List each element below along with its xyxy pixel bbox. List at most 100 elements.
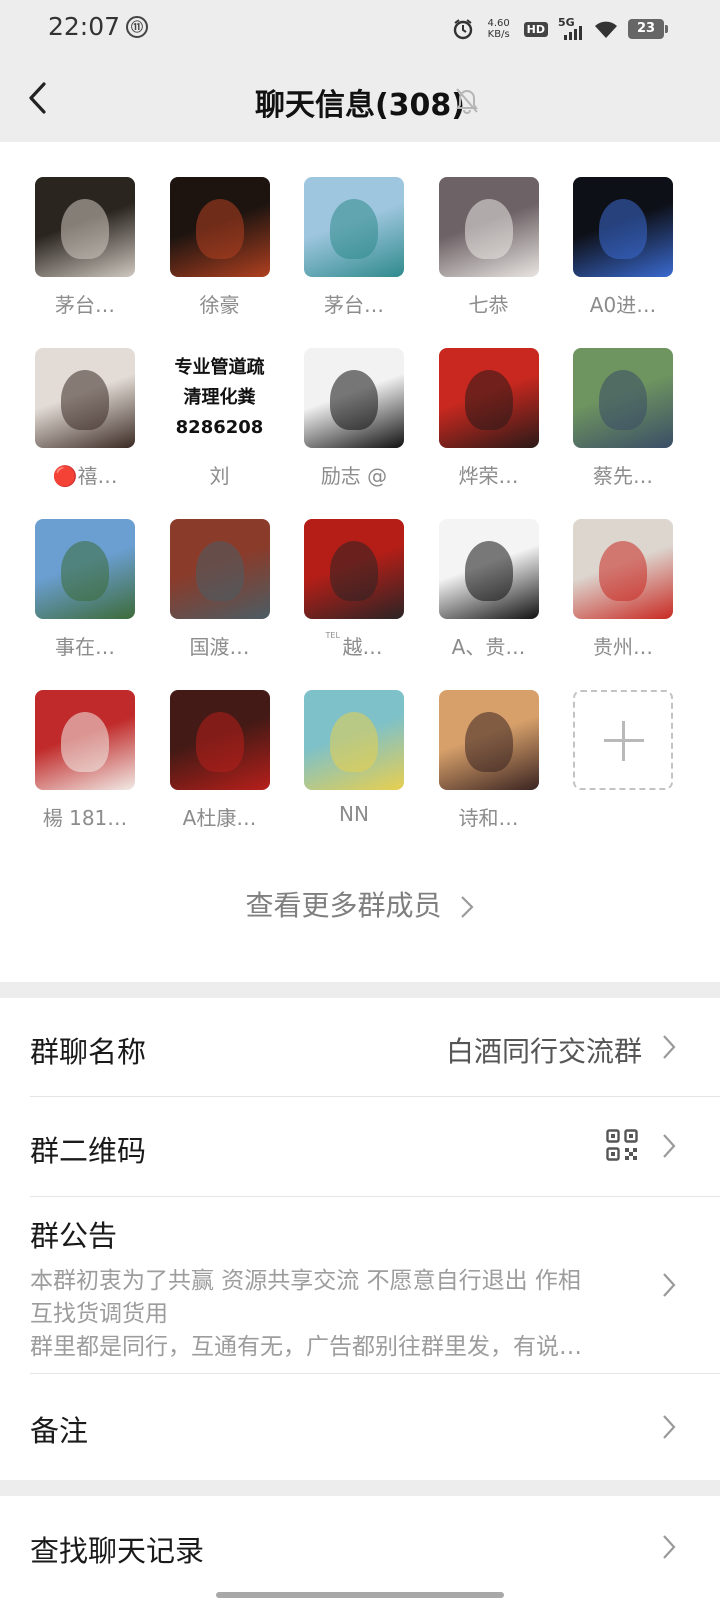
- member-tile[interactable]: 国渡…: [169, 519, 270, 660]
- member-tile[interactable]: 烨荣…: [438, 348, 539, 489]
- network-speed-unit: KB/s: [487, 29, 510, 40]
- member-name-text: 刘: [209, 464, 230, 488]
- member-name: 贵州…: [564, 631, 682, 660]
- member-name: 🔴禧…: [26, 460, 144, 489]
- member-name-text: 楊 181…: [42, 806, 128, 830]
- member-name-text: 诗和…: [458, 806, 519, 830]
- avatar-figure: [61, 199, 109, 259]
- group-notice-text: 本群初衷为了共赢 资源共享交流 不愿意自行退出 作相 互找货调货用 群里都是同行…: [30, 1265, 650, 1364]
- avatar-figure: [195, 199, 244, 259]
- member-name: 国渡…: [161, 631, 279, 660]
- member-name-text: 七恭: [468, 293, 509, 317]
- group-notice-row[interactable]: 群公告 本群初衷为了共赢 资源共享交流 不愿意自行退出 作相 互找货调货用 群里…: [0, 1197, 720, 1373]
- member-name: 七恭: [430, 289, 548, 318]
- search-history-row[interactable]: 查找聊天记录: [0, 1496, 720, 1600]
- avatar-sign-text: 8286208: [175, 417, 264, 438]
- member-tile[interactable]: A、贵…: [438, 519, 539, 660]
- member-avatar: [169, 519, 270, 619]
- member-name-text: 茅台…: [55, 293, 115, 317]
- hd-voice-icon: HD: [523, 21, 548, 37]
- member-avatar: [438, 348, 539, 448]
- member-name: TEL 越…: [295, 631, 413, 660]
- member-name-text: 蔡先…: [593, 464, 653, 488]
- notification-badge-icon: ⑪: [126, 16, 148, 38]
- status-bar: 22:07 ⑪ 4.60 KB/s HD 5G 23: [0, 0, 720, 56]
- avatar-figure: [330, 370, 378, 430]
- member-name-text: 国渡…: [189, 635, 250, 659]
- member-name: 事在…: [26, 631, 144, 660]
- avatar-figure: [61, 370, 109, 430]
- member-name-prefix: TEL: [325, 631, 343, 640]
- member-avatar: [169, 177, 270, 277]
- member-avatar: [573, 519, 673, 619]
- member-avatar: [304, 690, 404, 790]
- view-more-members-link[interactable]: 查看更多群成员: [0, 884, 720, 924]
- avatar-sign-text: 清理化粪: [183, 387, 256, 408]
- add-member-button[interactable]: [573, 690, 673, 790]
- avatar-figure: [61, 541, 109, 601]
- member-name-text: 越…: [342, 635, 383, 659]
- alarm-icon: [453, 19, 472, 40]
- wifi-icon: [595, 21, 617, 38]
- member-tile[interactable]: 事在…: [35, 519, 135, 660]
- group-notice-label: 群公告: [30, 1219, 118, 1253]
- member-tile[interactable]: 励志 @: [304, 348, 404, 489]
- group-qr-row[interactable]: 群二维码: [0, 1097, 720, 1196]
- member-name: 诗和…: [430, 802, 548, 831]
- member-tile[interactable]: 诗和…: [438, 690, 539, 831]
- member-tile[interactable]: A0进…: [573, 177, 673, 318]
- chevron-right-icon: [663, 1035, 676, 1059]
- group-name-row[interactable]: 群聊名称 白酒同行交流群: [0, 998, 720, 1096]
- member-tile[interactable]: NN: [304, 690, 404, 826]
- avatar-figure: [464, 199, 513, 259]
- member-tile[interactable]: 楊 181…: [35, 690, 135, 831]
- member-tile[interactable]: 专业管道疏 清理化粪 8286208 刘: [169, 348, 270, 489]
- member-name-text: NN: [339, 802, 369, 826]
- member-tile[interactable]: 茅台…: [304, 177, 404, 318]
- member-avatar: [304, 519, 404, 619]
- member-tile[interactable]: 七恭: [438, 177, 539, 318]
- member-name: 楊 181…: [26, 802, 144, 831]
- group-name-label: 群聊名称: [30, 1035, 147, 1069]
- member-name: A杜康…: [161, 802, 279, 831]
- remark-row[interactable]: 备注: [0, 1374, 720, 1480]
- member-name: 徐豪: [161, 289, 279, 318]
- member-tile[interactable]: 贵州…: [573, 519, 673, 660]
- avatar-figure: [195, 541, 244, 601]
- member-name-text: 事在…: [55, 635, 115, 659]
- member-tile[interactable]: 🔴禧…: [35, 348, 135, 489]
- member-name-text: 贵州…: [593, 635, 653, 659]
- member-avatar: [304, 177, 404, 277]
- member-tile[interactable]: TEL 越…: [304, 519, 404, 660]
- member-avatar: [438, 177, 539, 277]
- avatar-figure: [464, 712, 513, 772]
- member-tile[interactable]: 徐豪: [169, 177, 270, 318]
- chevron-right-icon: [663, 1535, 676, 1559]
- avatar-figure: [599, 541, 647, 601]
- page-title: 聊天信息(308): [254, 88, 466, 123]
- chevron-right-icon: [663, 1134, 676, 1158]
- add-plus-icon: [573, 690, 673, 790]
- member-name-text: A0进…: [589, 293, 657, 317]
- members-section: 茅台… 徐豪 茅台… 七恭 A0进… 🔴禧… 专业管道疏 清理化粪 8286208 刘 励志 @ 烨荣…: [0, 142, 720, 982]
- member-name-text: A、贵…: [451, 635, 526, 659]
- member-name: 烨荣…: [430, 460, 548, 489]
- network-speed-value: 4.60: [487, 18, 510, 29]
- member-name: A、贵…: [430, 631, 548, 660]
- avatar-figure: [330, 541, 378, 601]
- member-name-text: 🔴禧…: [52, 464, 118, 488]
- member-name: 励志 @: [295, 460, 413, 489]
- member-tile[interactable]: 茅台…: [35, 177, 135, 318]
- member-tile[interactable]: 蔡先…: [573, 348, 673, 489]
- member-avatar: [573, 348, 673, 448]
- remark-label: 备注: [30, 1414, 89, 1448]
- member-name-text: 茅台…: [324, 293, 384, 317]
- battery-icon: 23: [628, 19, 668, 39]
- member-avatar: [35, 348, 135, 448]
- cellular-signal-icon: 5G: [558, 16, 584, 40]
- avatar-figure: [330, 199, 378, 259]
- member-name-text: 徐豪: [199, 293, 240, 317]
- home-indicator[interactable]: [216, 1592, 504, 1598]
- member-avatar: [573, 177, 673, 277]
- member-tile[interactable]: A杜康…: [169, 690, 270, 831]
